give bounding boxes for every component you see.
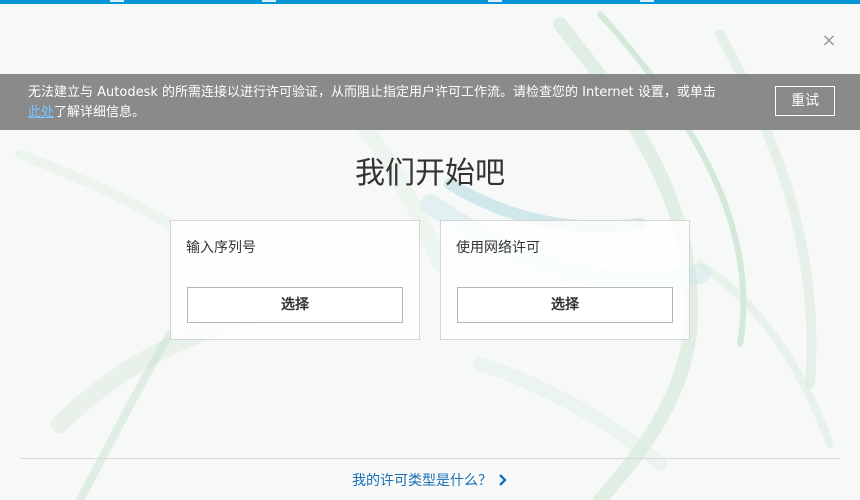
network-license-select-button[interactable]: 选择 [457, 287, 673, 323]
chevron-right-icon [499, 474, 507, 486]
warning-message: 无法建立与 Autodesk 的所需连接以进行许可验证，从而阻止指定用户许可工作… [28, 83, 728, 123]
warning-text-after: 了解详细信息。 [54, 105, 146, 120]
network-license-option-card: 使用网络许可 选择 [440, 220, 690, 340]
serial-number-option-card: 输入序列号 选择 [170, 220, 420, 340]
connection-warning-banner: 无法建立与 Autodesk 的所需连接以进行许可验证，从而阻止指定用户许可工作… [0, 74, 860, 130]
network-license-option-label: 使用网络许可 [456, 240, 540, 256]
title-bar-notch [640, 0, 654, 2]
retry-button[interactable]: 重试 [775, 86, 835, 116]
serial-number-option-label: 输入序列号 [186, 240, 256, 256]
page-title: 我们开始吧 [355, 156, 505, 191]
title-bar-notch [110, 0, 124, 2]
close-icon[interactable]: × [820, 32, 838, 50]
warning-text-before: 无法建立与 Autodesk 的所需连接以进行许可验证，从而阻止指定用户许可工作… [28, 85, 716, 100]
serial-number-select-button[interactable]: 选择 [187, 287, 403, 323]
license-type-help-link[interactable]: 我的许可类型是什么？ [0, 470, 860, 490]
title-bar-notch [262, 0, 276, 2]
license-type-help-text: 我的许可类型是什么？ [352, 473, 492, 489]
footer-divider [20, 458, 840, 459]
title-bar-notch [488, 0, 502, 2]
warning-details-link[interactable]: 此处 [28, 105, 54, 120]
